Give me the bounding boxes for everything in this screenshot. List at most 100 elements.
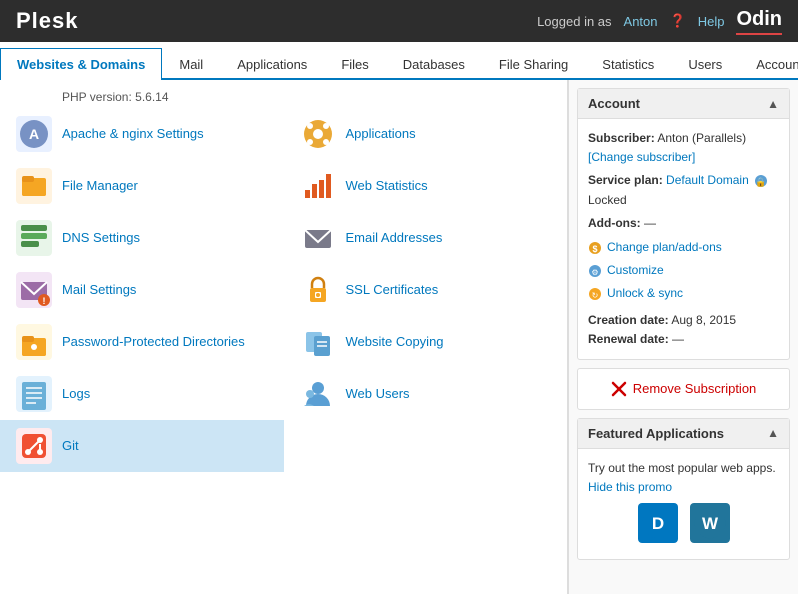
subscriber-label: Subscriber:	[588, 131, 655, 145]
git-item[interactable]: Git	[0, 420, 284, 472]
nav-tabs: Websites & Domains Mail Applications Fil…	[0, 42, 798, 80]
featured-apps-title: Featured Applications	[588, 426, 724, 441]
logs-label: Logs	[62, 386, 90, 403]
file-manager-item[interactable]: File Manager	[0, 160, 284, 212]
renewal-date-value: —	[672, 332, 684, 346]
left-content: PHP version: 5.6.14 A Apache & nginx Set…	[0, 80, 568, 594]
web-statistics-icon	[300, 168, 336, 204]
subscriber-row: Subscriber: Anton (Parallels)	[588, 129, 779, 148]
help-icon: ❓	[670, 13, 686, 29]
web-statistics-label: Web Statistics	[346, 178, 428, 195]
mail-settings-item[interactable]: ! Mail Settings	[0, 264, 284, 316]
account-section-body: Subscriber: Anton (Parallels) [Change su…	[578, 119, 789, 359]
remove-subscription-icon	[611, 381, 627, 397]
unlock-sync-label: Unlock & sync	[607, 284, 683, 303]
ssl-certificates-icon	[300, 272, 336, 308]
ssl-certificates-item[interactable]: SSL Certificates	[284, 264, 568, 316]
tab-users[interactable]: Users	[671, 48, 739, 80]
renewal-date-label: Renewal date:	[588, 332, 669, 346]
featured-apps-section: Featured Applications ▲ Try out the most…	[577, 418, 790, 560]
topbar-right: Logged in as Anton ❓ Help Odin	[537, 8, 782, 35]
sidebar-links: $ Change plan/add-ons ⚙ Customize ↻ Unlo…	[588, 237, 779, 305]
git-label: Git	[62, 438, 79, 455]
svg-text:⚙: ⚙	[591, 268, 598, 277]
dns-settings-label: DNS Settings	[62, 230, 140, 247]
featured-apps-header: Featured Applications ▲	[578, 419, 789, 449]
change-plan-label: Change plan/add-ons	[607, 238, 722, 257]
svg-text:W: W	[701, 514, 718, 533]
add-ons-label: Add-ons:	[588, 216, 641, 230]
remove-subscription-button[interactable]: Remove Subscription	[577, 368, 790, 410]
customize-label: Customize	[607, 261, 664, 280]
tools-grid: A Apache & nginx Settings	[0, 108, 567, 472]
apache-nginx-label: Apache & nginx Settings	[62, 126, 204, 143]
web-users-item[interactable]: Web Users	[284, 368, 568, 420]
applications-item[interactable]: Applications	[284, 108, 568, 160]
file-manager-icon	[16, 168, 52, 204]
tab-files[interactable]: Files	[324, 48, 385, 80]
password-directories-icon	[16, 324, 52, 360]
featured-apps-description: Try out the most popular web apps.	[588, 459, 779, 478]
password-directories-label: Password-Protected Directories	[62, 334, 245, 351]
dns-settings-item[interactable]: DNS Settings	[0, 212, 284, 264]
svg-text:D: D	[651, 514, 663, 533]
tab-account[interactable]: Account	[739, 48, 798, 80]
username-link[interactable]: Anton	[624, 14, 658, 29]
mail-settings-icon: !	[16, 272, 52, 308]
unlock-sync-link[interactable]: ↻ Unlock & sync	[588, 283, 779, 304]
tab-applications[interactable]: Applications	[220, 48, 324, 80]
main-area: PHP version: 5.6.14 A Apache & nginx Set…	[0, 80, 798, 594]
git-icon	[16, 428, 52, 464]
website-copying-item[interactable]: Website Copying	[284, 316, 568, 368]
apache-nginx-item[interactable]: A Apache & nginx Settings	[0, 108, 284, 160]
right-sidebar: Account ▲ Subscriber: Anton (Parallels) …	[568, 80, 798, 594]
account-title: Account	[588, 96, 640, 111]
creation-date-row: Creation date: Aug 8, 2015	[588, 311, 779, 330]
svg-text:$: $	[592, 244, 597, 254]
svg-text:🔒: 🔒	[756, 177, 767, 187]
mail-settings-label: Mail Settings	[62, 282, 136, 299]
service-plan-row: Service plan: Default Domain 🔒 Locked	[588, 171, 779, 209]
account-collapse-icon[interactable]: ▲	[767, 97, 779, 111]
featured-logos: D W	[588, 497, 779, 549]
service-plan-link[interactable]: Default Domain	[666, 173, 749, 187]
tab-file-sharing[interactable]: File Sharing	[482, 48, 585, 80]
service-plan-label: Service plan:	[588, 173, 663, 187]
tab-databases[interactable]: Databases	[386, 48, 482, 80]
website-copying-icon	[300, 324, 336, 360]
email-addresses-item[interactable]: Email Addresses	[284, 212, 568, 264]
logs-item[interactable]: Logs	[0, 368, 284, 420]
change-subscriber-link[interactable]: [Change subscriber]	[588, 150, 695, 164]
applications-label: Applications	[346, 126, 416, 143]
logged-in-label: Logged in as	[537, 14, 611, 29]
topbar: Plesk Logged in as Anton ❓ Help Odin	[0, 0, 798, 42]
tab-websites-domains[interactable]: Websites & Domains	[0, 48, 162, 80]
customize-icon: ⚙	[588, 264, 602, 278]
tab-mail[interactable]: Mail	[162, 48, 220, 80]
help-link[interactable]: Help	[698, 14, 725, 29]
tab-statistics[interactable]: Statistics	[585, 48, 671, 80]
dns-settings-icon	[16, 220, 52, 256]
hide-promo-link[interactable]: Hide this promo	[588, 480, 672, 494]
svg-text:↻: ↻	[592, 291, 599, 300]
php-version-text: PHP version: 5.6.14	[62, 90, 169, 104]
drupal-logo[interactable]: D	[638, 503, 678, 543]
web-statistics-item[interactable]: Web Statistics	[284, 160, 568, 212]
website-copying-label: Website Copying	[346, 334, 444, 351]
customize-link[interactable]: ⚙ Customize	[588, 260, 779, 281]
featured-apps-collapse-icon[interactable]: ▲	[767, 426, 779, 440]
odin-logo: Odin	[736, 8, 782, 35]
renewal-date-row: Renewal date: —	[588, 330, 779, 349]
featured-apps-body: Try out the most popular web apps. Hide …	[578, 449, 789, 559]
account-section: Account ▲ Subscriber: Anton (Parallels) …	[577, 88, 790, 360]
ssl-certificates-label: SSL Certificates	[346, 282, 439, 299]
locked-text: Locked	[588, 193, 627, 207]
unlock-sync-icon: ↻	[588, 287, 602, 301]
wordpress-logo[interactable]: W	[690, 503, 730, 543]
password-directories-item[interactable]: Password-Protected Directories	[0, 316, 284, 368]
change-plan-link[interactable]: $ Change plan/add-ons	[588, 237, 779, 258]
php-version-row: PHP version: 5.6.14	[0, 86, 567, 108]
svg-text:A: A	[29, 126, 39, 142]
applications-icon	[300, 116, 336, 152]
file-manager-label: File Manager	[62, 178, 138, 195]
